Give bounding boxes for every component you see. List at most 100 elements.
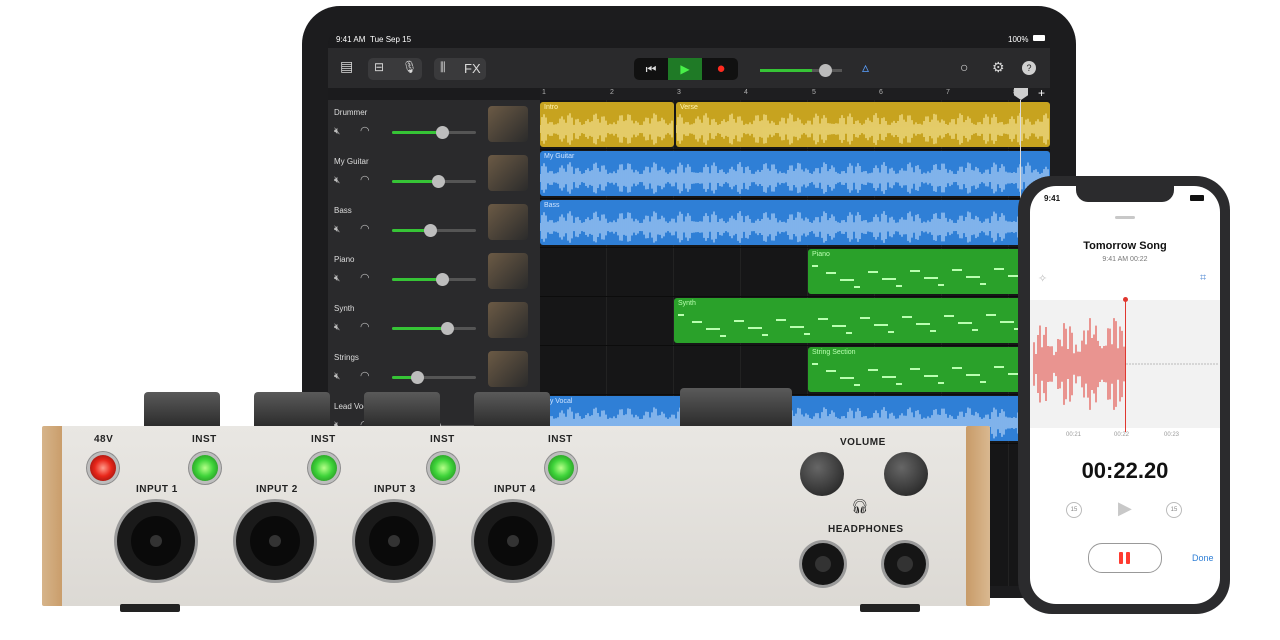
gain-knob-1[interactable]	[144, 392, 220, 428]
timeline-ruler[interactable]: 1 2 3 4 5 6 7 8 +	[540, 86, 1050, 100]
region[interactable]: Intro	[540, 102, 674, 147]
mute-icon[interactable]: 🔇︎	[334, 273, 340, 284]
rewind-icon[interactable]: ⏮	[634, 58, 668, 80]
volume-knob-main[interactable]	[800, 452, 844, 496]
volume-label: VOLUME	[840, 437, 886, 448]
track-volume-knob[interactable]	[436, 273, 450, 286]
inst-led-4[interactable]	[548, 455, 574, 481]
fx-button[interactable]: FX	[464, 61, 481, 76]
mute-icon[interactable]: 🔇︎	[334, 126, 340, 137]
ruler-mark: 7	[946, 89, 950, 96]
ruler-mark: 4	[744, 89, 748, 96]
phantom-power-led[interactable]	[90, 455, 116, 481]
track-header[interactable]: Strings 🔇︎ ◠	[328, 345, 540, 395]
track-volume-slider[interactable]	[392, 371, 476, 384]
metronome-icon[interactable]: ▵	[862, 59, 869, 76]
mixer-icon[interactable]: ⫼	[440, 60, 446, 75]
combo-jack-3[interactable]	[355, 502, 433, 580]
play-icon[interactable]: ▶	[668, 58, 702, 80]
track-volume-knob[interactable]	[440, 322, 454, 335]
track-volume-slider[interactable]	[392, 224, 476, 237]
mute-icon[interactable]: 🔇︎	[334, 371, 340, 382]
track-volume-knob[interactable]	[423, 224, 437, 237]
help-icon[interactable]: ?	[1022, 61, 1036, 75]
combo-jack-inner	[369, 516, 419, 566]
headphone-jack-inner	[815, 556, 831, 572]
volume-knob-headphones[interactable]	[884, 452, 928, 496]
combo-jack-hole	[150, 535, 162, 547]
timeline-label: 00:21	[1066, 432, 1082, 438]
headphone-jack-2[interactable]	[884, 543, 926, 585]
phone-battery-icon	[1190, 195, 1204, 201]
loop-browser-icon[interactable]: ○	[960, 59, 968, 75]
mute-icon[interactable]: 🔇︎	[334, 175, 340, 186]
document-icon[interactable]: ▤	[340, 58, 353, 75]
track-volume-knob[interactable]	[411, 371, 425, 384]
track-volume-slider[interactable]	[392, 175, 476, 188]
skip-back-button[interactable]: 15	[1066, 502, 1082, 518]
combo-jack-inner	[488, 516, 538, 566]
master-volume-knob[interactable]	[819, 64, 832, 77]
track-volume-slider[interactable]	[392, 322, 476, 335]
combo-jack-1[interactable]	[117, 502, 195, 580]
track-volume-slider[interactable]	[392, 273, 476, 286]
combo-jack-2[interactable]	[236, 502, 314, 580]
mute-icon[interactable]: 🔇︎	[334, 224, 340, 235]
inst-led-1[interactable]	[192, 455, 218, 481]
monitor-knob[interactable]	[680, 388, 792, 428]
record-icon[interactable]: ●	[704, 58, 738, 80]
done-button[interactable]: Done	[1192, 553, 1214, 563]
track-name: My Guitar	[334, 157, 369, 166]
track-volume-slider[interactable]	[392, 126, 476, 139]
gain-knob-4[interactable]	[474, 392, 550, 428]
track-volume-knob[interactable]	[436, 126, 450, 139]
sheet-grabber[interactable]	[1115, 216, 1135, 219]
headphones-icon[interactable]: ◠	[360, 124, 370, 137]
enhance-icon[interactable]: ✧	[1038, 272, 1047, 285]
playhead-handle[interactable]	[1014, 88, 1028, 100]
headphones-icon[interactable]: ◠	[360, 271, 370, 284]
headphone-jack-1[interactable]	[802, 543, 844, 585]
waveform-area[interactable]	[1030, 297, 1220, 432]
add-section-button[interactable]: +	[1038, 86, 1045, 100]
region[interactable]: Bass	[540, 200, 1050, 245]
gain-knob-2[interactable]	[254, 392, 330, 428]
skip-forward-button[interactable]: 15	[1166, 502, 1182, 518]
track-volume-knob[interactable]	[432, 175, 446, 188]
ruler-mark: 1	[542, 89, 546, 96]
pause-record-button[interactable]	[1088, 543, 1162, 573]
status-bar: 9:41 AM Tue Sep 15 100%	[328, 30, 1050, 48]
microphone-icon[interactable]: 🎙︎	[402, 60, 417, 74]
track-header[interactable]: Bass 🔇︎ ◠	[328, 198, 540, 248]
region-label: String Section	[812, 349, 856, 356]
headphones-icon[interactable]: ◠	[360, 369, 370, 382]
ruler-mark: 3	[677, 89, 681, 96]
region[interactable]: Verse	[676, 102, 1050, 147]
region[interactable]: Synth	[674, 298, 1050, 343]
headphones-icon[interactable]: ◠	[360, 222, 370, 235]
tracks-view-icon[interactable]: ⊟	[374, 60, 384, 74]
track-header[interactable]: Drummer 🔇︎ ◠	[328, 100, 540, 150]
combo-jack-hole	[388, 535, 400, 547]
recording-title[interactable]: Tomorrow Song	[1030, 240, 1220, 252]
track-header[interactable]: Synth 🔇︎ ◠	[328, 296, 540, 346]
toolbar: ▤ ⊟ 🎙︎ ⫼ FX ⏮ ▶ ● ▵ ○ ⚙ ?	[328, 48, 1050, 88]
transport-controls: ⏮ ▶ ●	[634, 58, 738, 80]
headphones-icon[interactable]: ◠	[360, 173, 370, 186]
region[interactable]: My Guitar	[540, 151, 1050, 196]
track-header[interactable]: Piano 🔇︎ ◠	[328, 247, 540, 297]
combo-jack-4[interactable]	[474, 502, 552, 580]
combo-jack-inner	[131, 516, 181, 566]
gain-knob-3[interactable]	[364, 392, 440, 428]
headphones-icon[interactable]: ◠	[360, 320, 370, 333]
track-header[interactable]: My Guitar 🔇︎ ◠	[328, 149, 540, 199]
play-icon[interactable]: ▶	[1118, 498, 1132, 519]
settings-icon[interactable]: ⚙	[992, 59, 1005, 76]
inst-led-3[interactable]	[430, 455, 456, 481]
region[interactable]: String Section	[808, 347, 1050, 392]
region[interactable]: Piano	[808, 249, 1050, 294]
inst-led-2[interactable]	[311, 455, 337, 481]
region-label: Verse	[680, 104, 698, 111]
mute-icon[interactable]: 🔇︎	[334, 322, 340, 333]
trim-icon[interactable]: ⌗	[1200, 272, 1206, 285]
